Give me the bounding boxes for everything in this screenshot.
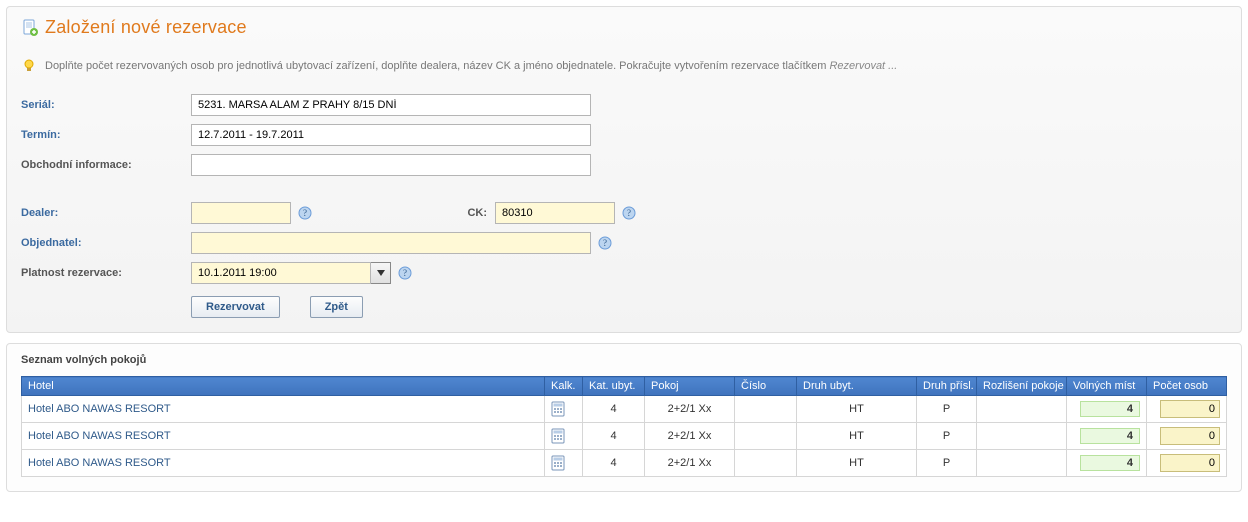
col-cislo[interactable]: Číslo [735, 377, 797, 396]
rozliseni-cell [977, 450, 1067, 477]
pocet-osob-input[interactable] [1160, 400, 1220, 418]
volnych-badge: 4 [1080, 401, 1140, 417]
help-icon[interactable]: ? [397, 265, 413, 281]
hint-text: Doplňte počet rezervovaných osob pro jed… [21, 44, 1227, 90]
col-osob[interactable]: Počet osob [1147, 377, 1227, 396]
svg-text:?: ? [627, 208, 631, 218]
serial-input[interactable] [191, 94, 591, 116]
kat-cell: 4 [583, 450, 645, 477]
platnost-dropdown-button[interactable] [371, 262, 391, 284]
hotel-link[interactable]: Hotel ABO NAWAS RESORT [28, 403, 171, 415]
kat-cell: 4 [583, 396, 645, 423]
rozliseni-cell [977, 423, 1067, 450]
objednatel-label: Objednatel: [21, 237, 191, 249]
termin-label: Termín: [21, 129, 191, 141]
druh-prisl-cell: P [917, 423, 977, 450]
svg-text:?: ? [303, 208, 307, 218]
volnych-badge: 4 [1080, 428, 1140, 444]
col-kalk[interactable]: Kalk. [545, 377, 583, 396]
calculator-icon[interactable] [551, 401, 576, 417]
serial-label: Seriál: [21, 99, 191, 111]
rooms-table: Hotel Kalk. Kat. ubyt. Pokoj Číslo Druh … [21, 376, 1227, 477]
hotel-link[interactable]: Hotel ABO NAWAS RESORT [28, 430, 171, 442]
platnost-label: Platnost rezervace: [21, 267, 191, 279]
platnost-input[interactable] [191, 262, 371, 284]
reservation-form-panel: Založení nové rezervace Doplňte počet re… [6, 6, 1242, 333]
obch-info-label: Obchodní informace: [21, 159, 191, 171]
table-row: Hotel ABO NAWAS RESORT42+2/1 XxHTP4 [22, 423, 1227, 450]
table-row: Hotel ABO NAWAS RESORT42+2/1 XxHTP4 [22, 450, 1227, 477]
zpet-button[interactable]: Zpět [310, 296, 363, 318]
hotel-link[interactable]: Hotel ABO NAWAS RESORT [28, 457, 171, 469]
druh-prisl-cell: P [917, 396, 977, 423]
calculator-icon[interactable] [551, 455, 576, 471]
cislo-cell [735, 396, 797, 423]
druh-ubyt-cell: HT [797, 423, 917, 450]
col-hotel[interactable]: Hotel [22, 377, 545, 396]
cislo-cell [735, 450, 797, 477]
druh-ubyt-cell: HT [797, 450, 917, 477]
pokoj-cell: 2+2/1 Xx [645, 396, 735, 423]
obch-info-input[interactable] [191, 154, 591, 176]
col-kat[interactable]: Kat. ubyt. [583, 377, 645, 396]
druh-prisl-cell: P [917, 450, 977, 477]
col-pokoj[interactable]: Pokoj [645, 377, 735, 396]
dealer-label: Dealer: [21, 207, 191, 219]
chevron-down-icon [377, 270, 385, 276]
ck-input[interactable] [495, 202, 615, 224]
druh-ubyt-cell: HT [797, 396, 917, 423]
pokoj-cell: 2+2/1 Xx [645, 423, 735, 450]
rooms-section-title: Seznam volných pokojů [21, 354, 1227, 376]
ck-label: CK: [463, 207, 495, 219]
help-icon[interactable]: ? [621, 205, 637, 221]
col-volnych[interactable]: Volných míst [1067, 377, 1147, 396]
rezervovat-button[interactable]: Rezervovat [191, 296, 280, 318]
pocet-osob-input[interactable] [1160, 427, 1220, 445]
rozliseni-cell [977, 396, 1067, 423]
pokoj-cell: 2+2/1 Xx [645, 450, 735, 477]
col-rozliseni[interactable]: Rozlišení pokoje [977, 377, 1067, 396]
cislo-cell [735, 423, 797, 450]
rooms-panel: Seznam volných pokojů Hotel Kalk. Kat. u… [6, 343, 1242, 492]
help-icon[interactable]: ? [597, 235, 613, 251]
help-icon[interactable]: ? [297, 205, 313, 221]
svg-text:?: ? [403, 268, 407, 278]
objednatel-input[interactable] [191, 232, 591, 254]
kat-cell: 4 [583, 423, 645, 450]
termin-input[interactable] [191, 124, 591, 146]
col-druh-prisl[interactable]: Druh přísl. [917, 377, 977, 396]
new-document-icon [21, 19, 39, 37]
calculator-icon[interactable] [551, 428, 576, 444]
lightbulb-icon [21, 58, 37, 74]
page-title: Založení nové rezervace [45, 17, 247, 38]
pocet-osob-input[interactable] [1160, 454, 1220, 472]
volnych-badge: 4 [1080, 455, 1140, 471]
table-row: Hotel ABO NAWAS RESORT42+2/1 XxHTP4 [22, 396, 1227, 423]
svg-text:?: ? [603, 238, 607, 248]
col-druh-ubyt[interactable]: Druh ubyt. [797, 377, 917, 396]
dealer-input[interactable] [191, 202, 291, 224]
